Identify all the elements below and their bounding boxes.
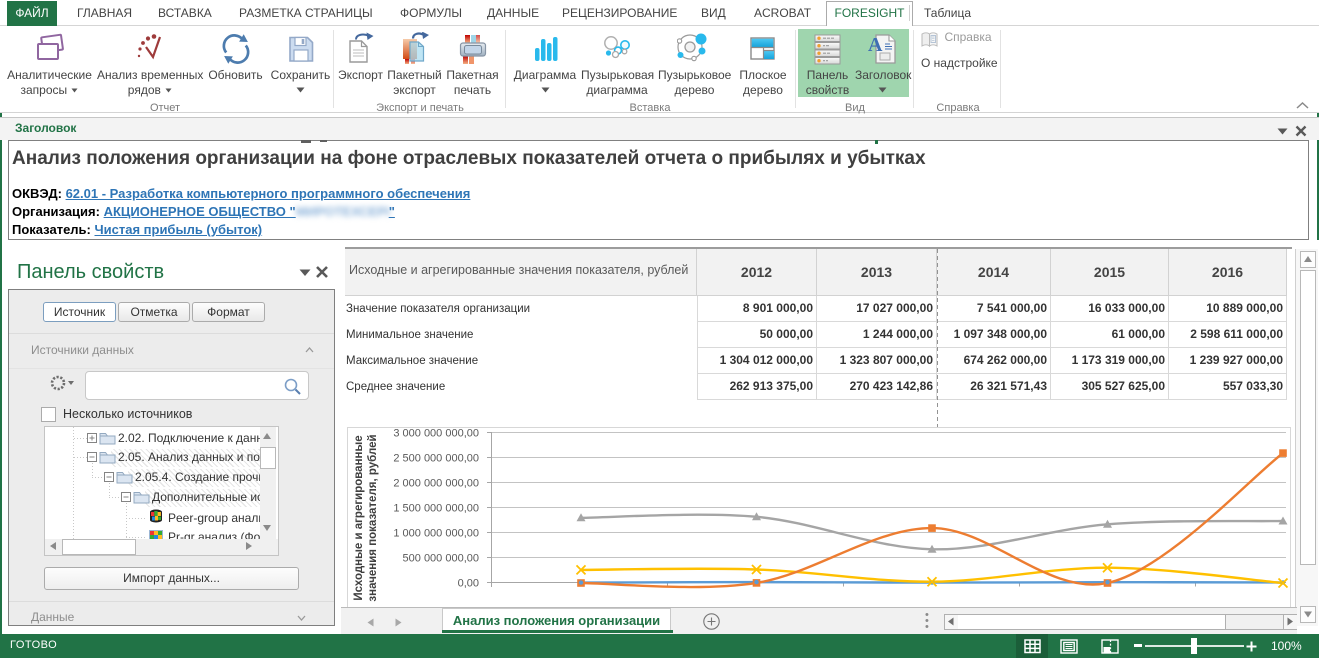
- svg-text:1 500 000 000,00: 1 500 000 000,00: [393, 503, 479, 515]
- svg-text:значения показателя, рублей: значения показателя, рублей: [367, 434, 379, 601]
- svg-text:Исходные и агрегированные: Исходные и агрегированные: [353, 435, 365, 600]
- svg-text:500 000 000,00: 500 000 000,00: [403, 553, 479, 565]
- svg-text:0,00: 0,00: [458, 578, 479, 590]
- svg-text:3 000 000 000,00: 3 000 000 000,00: [393, 428, 479, 440]
- svg-text:2 500 000 000,00: 2 500 000 000,00: [393, 453, 479, 465]
- svg-text:1 000 000 000,00: 1 000 000 000,00: [393, 528, 479, 540]
- svg-text:2 000 000 000,00: 2 000 000 000,00: [393, 478, 479, 490]
